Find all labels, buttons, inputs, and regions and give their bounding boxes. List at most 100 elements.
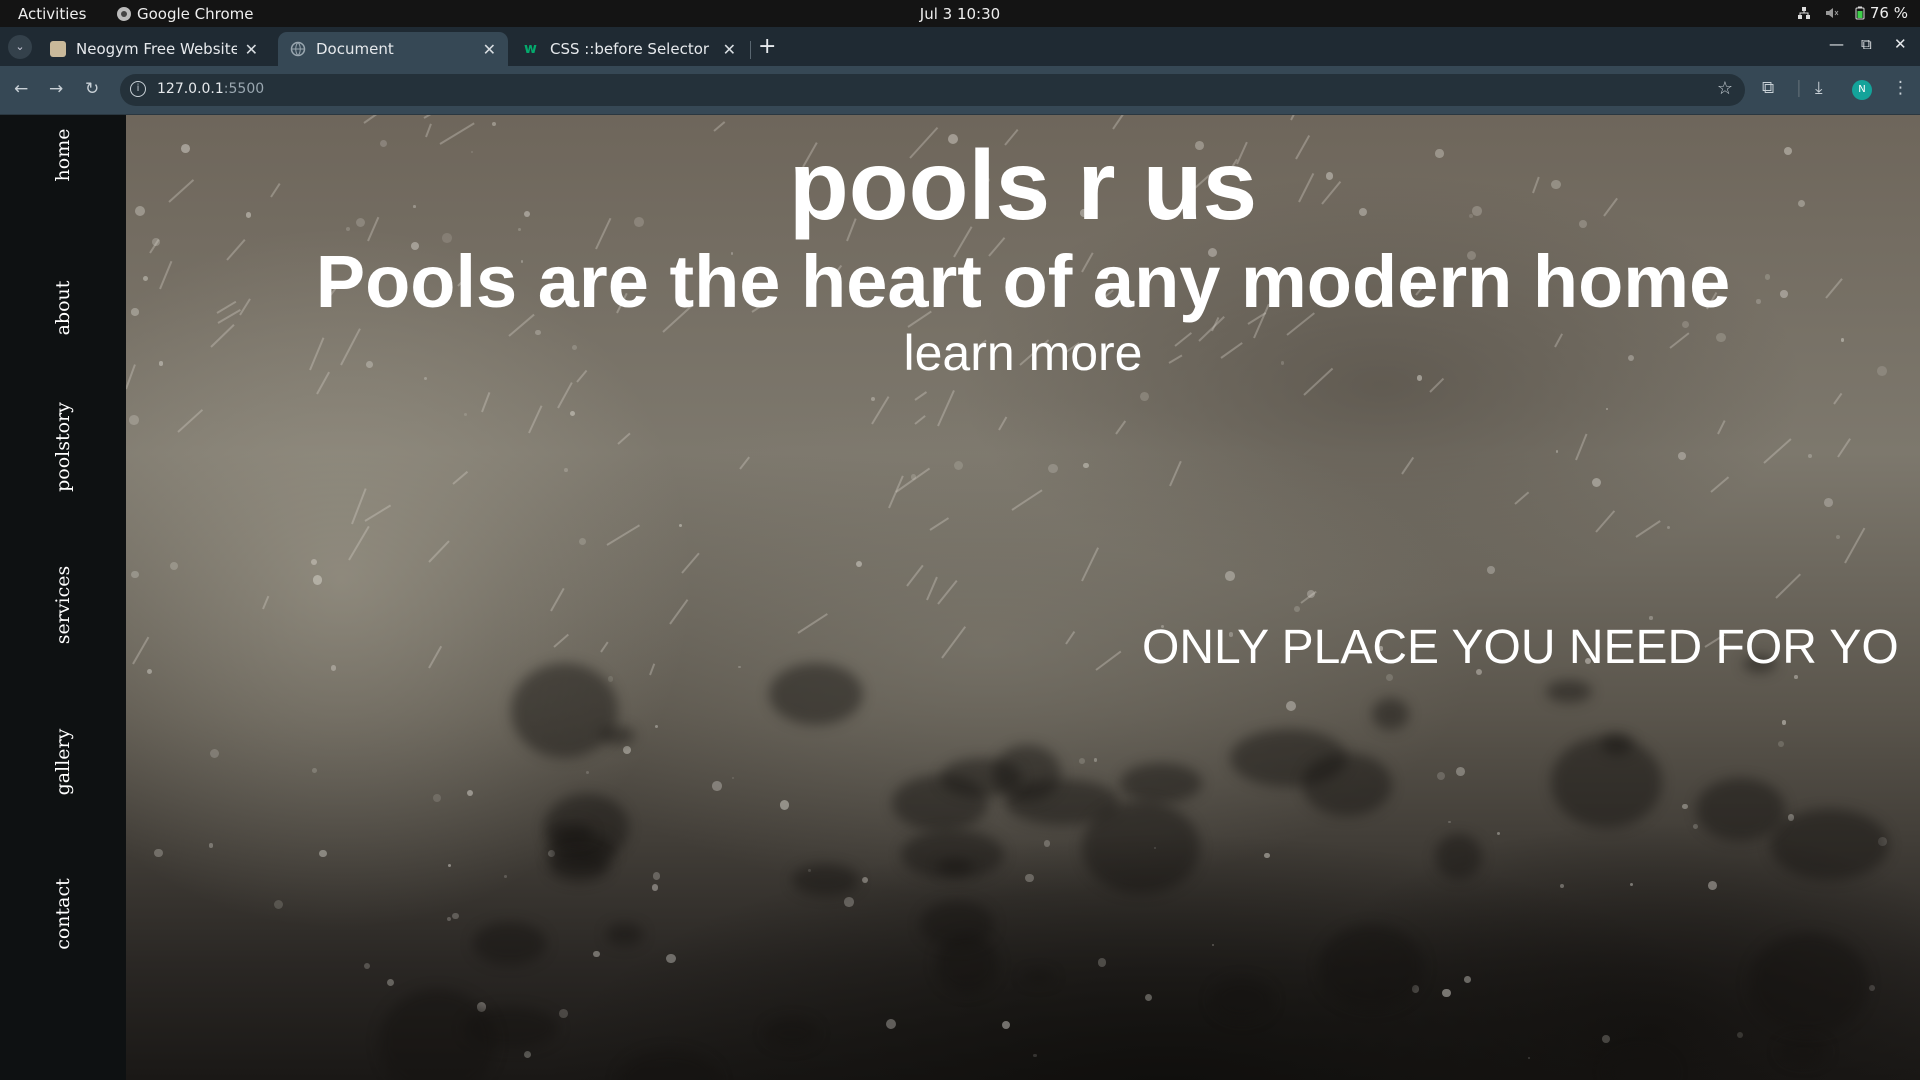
water-droplet (1823, 498, 1833, 508)
scrolling-tagline: ONLY PLACE YOU NEED FOR YO (1142, 621, 1899, 674)
water-droplet (1048, 463, 1058, 474)
back-arrow-icon[interactable]: ← (14, 79, 28, 99)
water-droplet (779, 800, 790, 811)
water-droplet (1555, 450, 1559, 453)
nav-label[interactable]: poolstory (52, 402, 74, 492)
tab-divider (750, 41, 751, 59)
tab-document[interactable]: Document ✕ (278, 32, 508, 66)
splash-shadow (1022, 970, 1055, 984)
reload-icon[interactable]: ↻ (85, 79, 99, 99)
hero-title: pools r us (788, 130, 1258, 240)
rain-streak (557, 382, 573, 409)
water-droplet (208, 843, 214, 848)
water-droplet (1591, 478, 1601, 488)
profile-avatar[interactable]: N (1852, 80, 1872, 100)
restore-icon[interactable]: ⧉ (1861, 35, 1872, 53)
water-droplet (209, 749, 219, 759)
nav-label[interactable]: contact (52, 878, 74, 950)
water-droplet (1708, 881, 1718, 891)
water-droplet (886, 1019, 897, 1030)
water-droplet (146, 668, 152, 674)
water-droplet (712, 780, 723, 791)
water-droplet (1293, 606, 1300, 613)
rain-streak (906, 564, 924, 587)
rain-streak (617, 432, 631, 445)
clock[interactable]: Jul 3 10:30 (0, 5, 1920, 23)
tab-title: Neogym Free Website Te (76, 40, 237, 58)
tab-css-before[interactable]: w CSS ::before Selector ✕ (512, 32, 748, 66)
splash-shadow (510, 663, 618, 759)
tab-search-button[interactable]: ⌄ (8, 35, 32, 59)
minimize-icon[interactable]: — (1829, 35, 1844, 53)
rain-streak (1081, 547, 1100, 582)
water-droplet (1602, 1034, 1610, 1043)
rain-streak (649, 663, 656, 676)
water-droplet (1211, 943, 1215, 947)
water-droplet (579, 537, 586, 545)
url-text[interactable]: 127.0.0.1:5500 (157, 81, 264, 97)
rain-streak (427, 539, 450, 563)
more-menu-icon[interactable]: ⋮ (1892, 78, 1909, 98)
water-droplet (503, 874, 507, 878)
rain-streak (131, 636, 149, 665)
splash-shadow (1770, 808, 1889, 880)
water-droplet (386, 979, 394, 987)
splash-shadow (764, 1017, 819, 1048)
address-bar[interactable]: i 127.0.0.1:5500 ☆ (120, 74, 1745, 106)
water-droplet (1139, 392, 1149, 402)
rain-streak (1595, 510, 1616, 533)
new-tab-button[interactable]: + (758, 34, 776, 59)
water-droplet (1083, 462, 1089, 469)
splash-shadow (768, 662, 864, 725)
rain-streak (1716, 420, 1725, 435)
splash-shadow (1748, 932, 1868, 1034)
splash-shadow (1605, 1049, 1676, 1080)
site-info-icon[interactable]: i (130, 81, 146, 97)
nav-label[interactable]: about (52, 281, 74, 336)
water-droplet (312, 767, 318, 773)
water-droplet (731, 776, 734, 779)
water-droplet (570, 410, 576, 417)
water-droplet (1001, 1021, 1010, 1030)
close-tab-icon[interactable]: ✕ (723, 40, 736, 59)
water-droplet (1097, 958, 1106, 967)
rain-streak (739, 456, 751, 470)
rain-streak (681, 553, 700, 575)
water-droplet (1778, 740, 1784, 747)
rain-streak (363, 115, 393, 124)
system-tray[interactable]: 76 % (1797, 4, 1908, 22)
nav-label[interactable]: home (52, 129, 74, 182)
water-droplet (1455, 767, 1465, 776)
water-droplet (1692, 824, 1698, 830)
url-port: :5500 (223, 81, 265, 97)
water-droplet (953, 461, 964, 471)
download-icon[interactable]: ⤓ (1815, 78, 1823, 98)
rain-streak (914, 415, 926, 425)
rain-streak (914, 390, 928, 401)
tab-neogym[interactable]: Neogym Free Website Te ✕ (38, 32, 270, 66)
rain-streak (925, 576, 938, 601)
water-droplet (1605, 408, 1608, 411)
rain-streak (428, 645, 443, 669)
water-droplet (1678, 452, 1686, 460)
nav-label[interactable]: gallery (52, 729, 74, 796)
splash-shadow (1550, 736, 1663, 829)
rain-streak (1844, 527, 1866, 564)
water-droplet (448, 863, 452, 867)
water-droplet (1666, 525, 1670, 530)
learn-more-link[interactable]: learn more (126, 322, 1920, 384)
globe-favicon-icon (290, 41, 306, 57)
nav-label[interactable]: services (52, 566, 74, 645)
splash-shadow (939, 757, 1023, 797)
splash-shadow (791, 864, 860, 897)
rain-streak (928, 516, 949, 531)
close-tab-icon[interactable]: ✕ (245, 40, 258, 59)
water-droplet (464, 412, 468, 416)
forward-arrow-icon[interactable]: → (49, 79, 63, 99)
bookmark-star-icon[interactable]: ☆ (1717, 78, 1733, 99)
close-tab-icon[interactable]: ✕ (483, 40, 496, 59)
close-window-icon[interactable]: ✕ (1894, 35, 1907, 53)
water-droplet (1736, 1032, 1743, 1039)
extensions-icon[interactable]: ⧉ (1762, 78, 1774, 98)
water-droplet (844, 897, 854, 907)
